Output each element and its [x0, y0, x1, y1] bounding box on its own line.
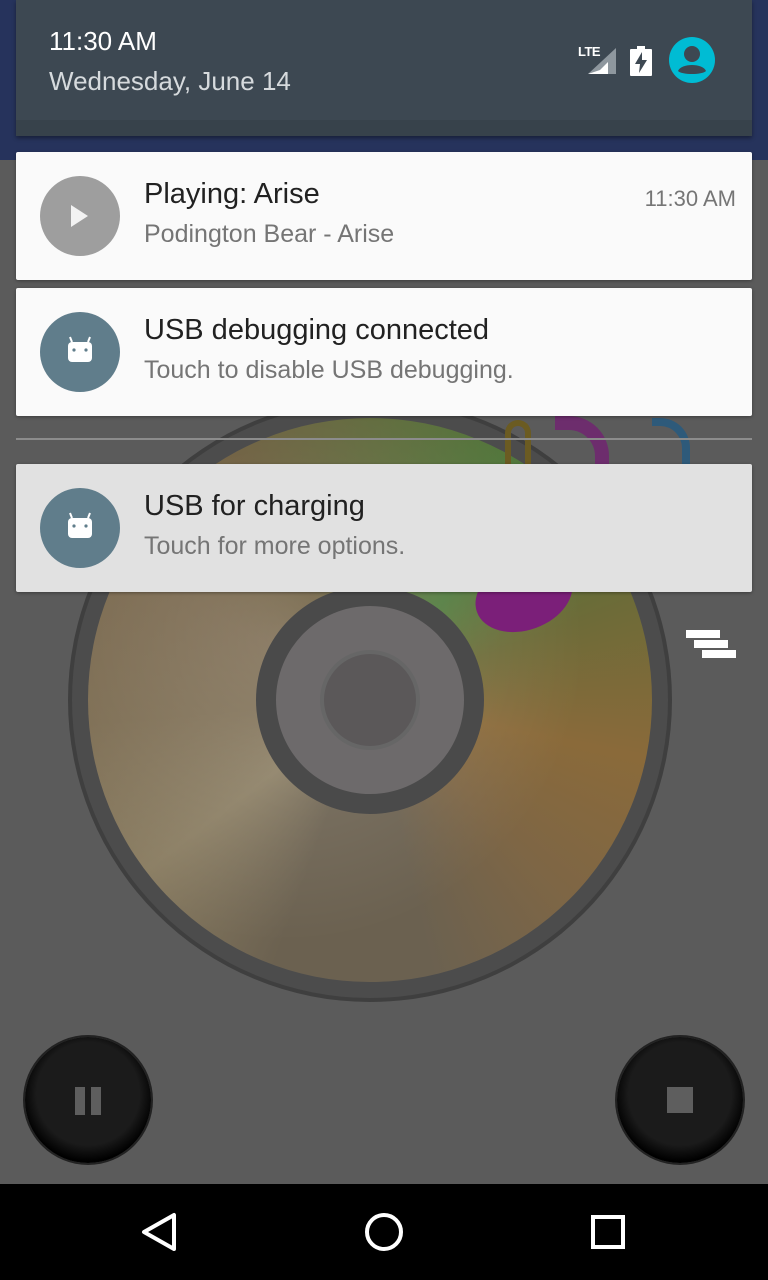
notification-title: USB for charging: [144, 490, 365, 522]
notification-title: Playing: Arise: [144, 178, 320, 210]
stop-button[interactable]: [617, 1037, 743, 1163]
lte-signal-icon: LTE: [578, 44, 618, 76]
battery-charging-icon: [630, 46, 652, 76]
notification-title: USB debugging connected: [144, 314, 490, 346]
notification-text: Touch to disable USB debugging.: [144, 356, 514, 384]
play-icon[interactable]: [40, 176, 120, 256]
clock: 11:30 AM: [49, 26, 157, 56]
android-icon: [40, 488, 120, 568]
overflow-menu-icon[interactable]: [686, 630, 736, 666]
home-icon[interactable]: [358, 1206, 410, 1258]
back-icon[interactable]: [134, 1206, 186, 1258]
music-note-decoration: [652, 418, 690, 466]
notification-time: 11:30 AM: [644, 186, 736, 211]
notification-divider: [16, 438, 752, 440]
music-note-decoration: [505, 420, 531, 466]
music-note-decoration: [555, 416, 609, 470]
notification-text: Touch for more options.: [144, 532, 406, 560]
notification-text: Podington Bear - Arise: [144, 220, 395, 248]
recents-icon[interactable]: [582, 1206, 634, 1258]
media-notification[interactable]: Playing: Arise Podington Bear - Arise 11…: [16, 152, 752, 280]
stop-icon: [667, 1087, 693, 1113]
user-account-icon[interactable]: [669, 37, 715, 83]
navigation-bar: [0, 1184, 768, 1280]
usb-charging-notification[interactable]: USB for charging Touch for more options.: [16, 464, 752, 592]
quick-settings-header[interactable]: 11:30 AM Wednesday, June 14 LTE: [16, 0, 752, 136]
usb-debugging-notification[interactable]: USB debugging connected Touch to disable…: [16, 288, 752, 416]
pause-button[interactable]: [25, 1037, 151, 1163]
android-icon: [40, 312, 120, 392]
date[interactable]: Wednesday, June 14: [49, 66, 291, 97]
